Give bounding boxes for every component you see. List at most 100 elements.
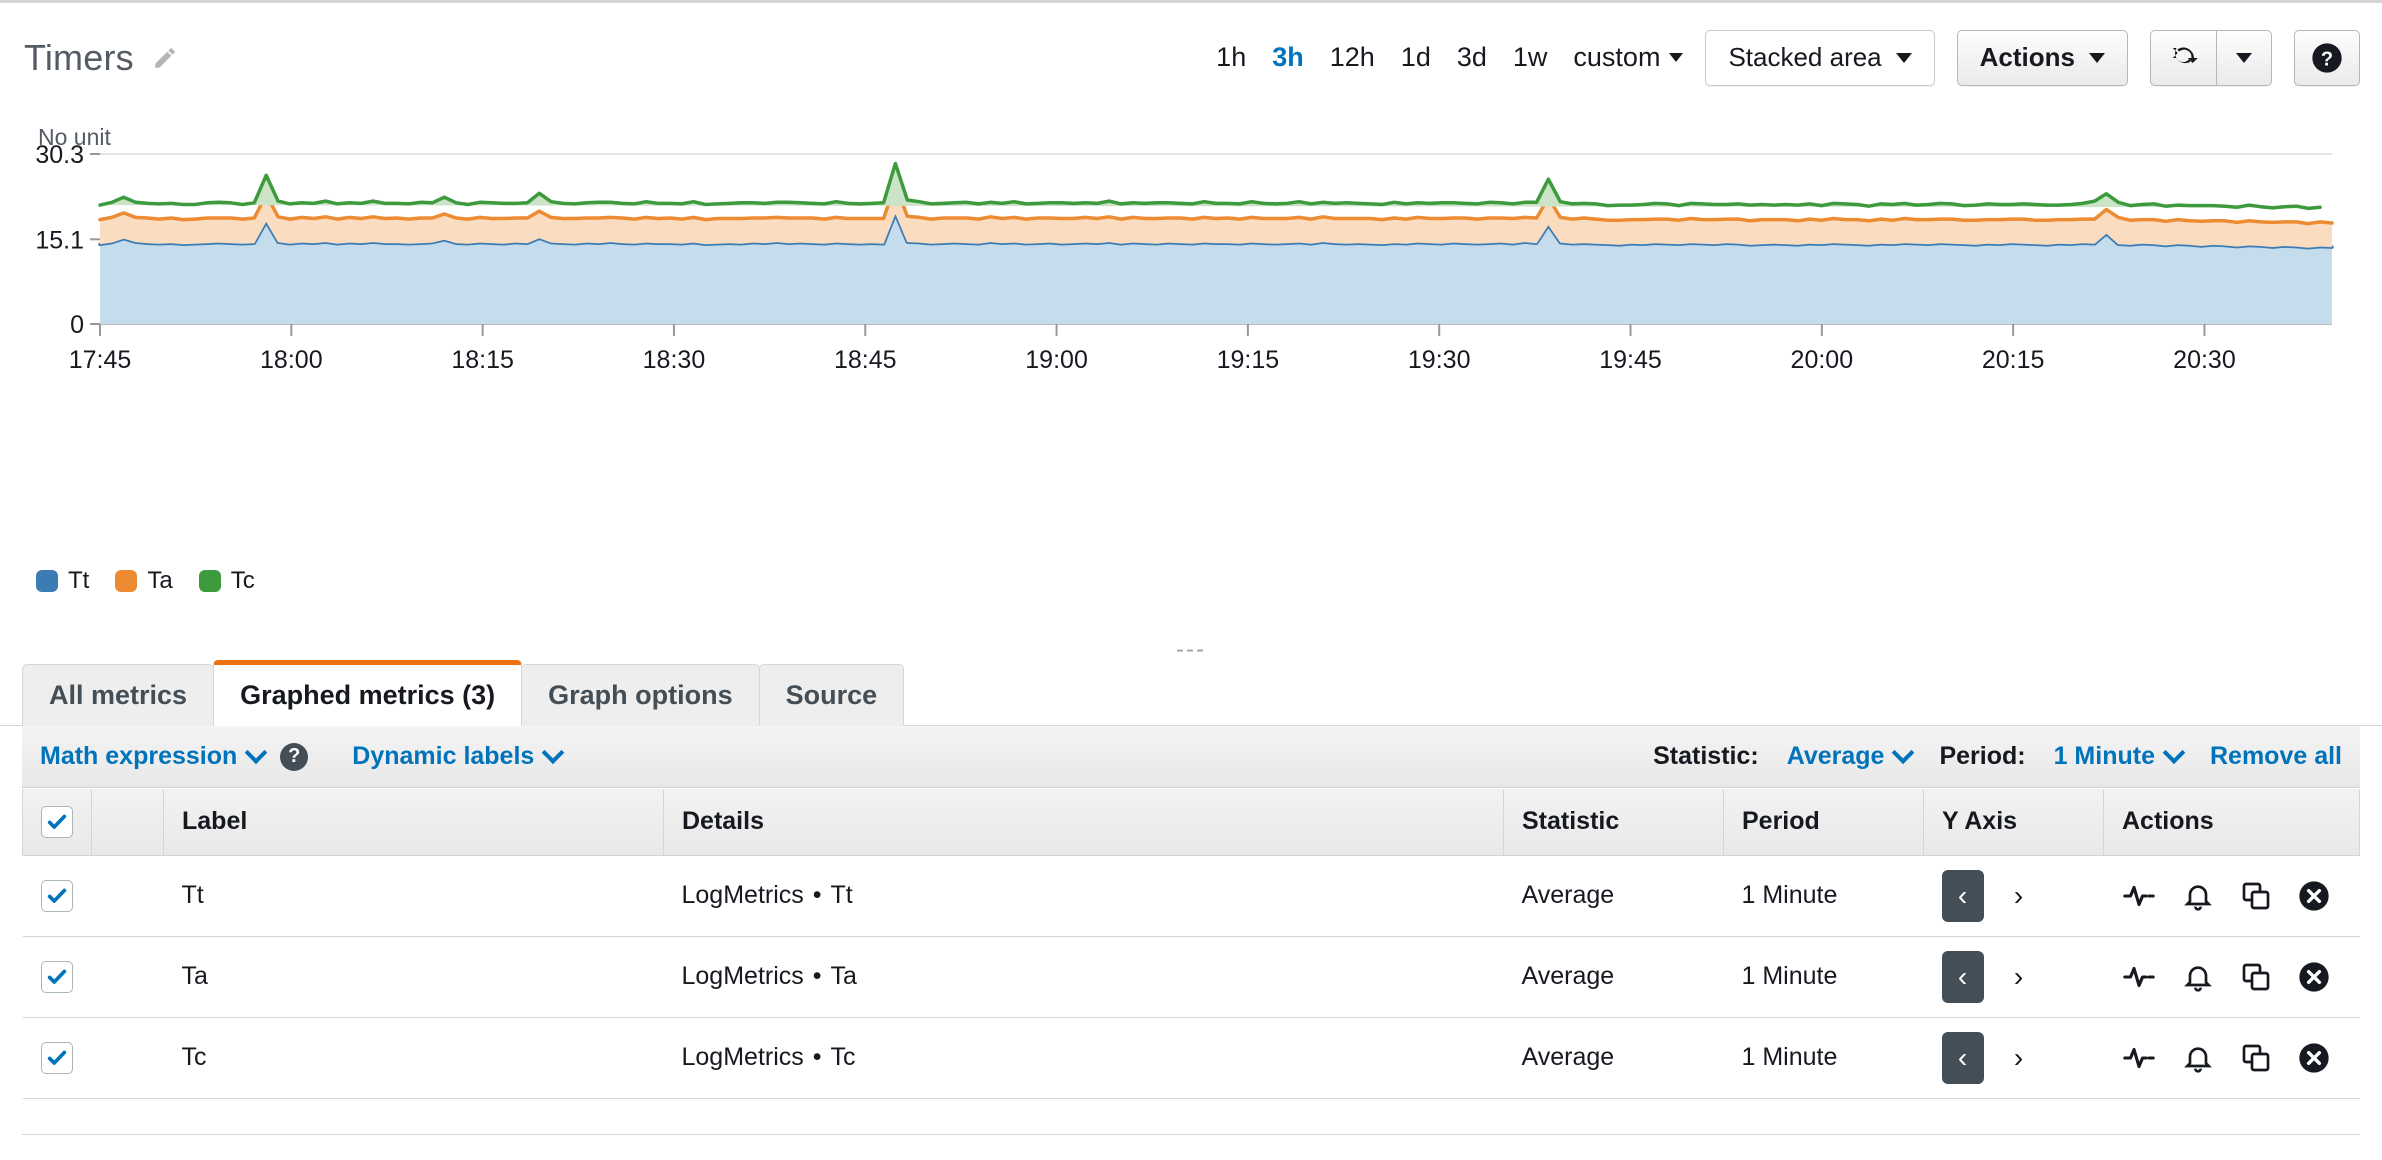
svg-text:18:30: 18:30 [643,346,706,374]
select-all-checkbox[interactable] [41,806,73,838]
legend-item-tc[interactable]: Tc [199,567,255,595]
legend-item-tt[interactable]: Tt [36,567,89,595]
header-select-all [23,789,92,855]
legend-swatch [36,570,58,592]
header-period: Period [1724,789,1924,855]
help-icon[interactable]: ? [280,743,308,771]
dynamic-labels-dropdown[interactable]: Dynamic labels [352,742,561,771]
row-actions [2104,855,2360,936]
row-select-cell [23,1017,92,1098]
header-actions: Actions [2104,789,2360,855]
table-footer-spacer [22,1099,2360,1135]
row-color-cell [92,1017,164,1098]
details-separator: • [813,881,822,910]
actions-dropdown[interactable]: Actions [1957,30,2128,86]
row-statistic[interactable]: Average [1504,936,1724,1017]
remove-icon[interactable] [2298,961,2330,993]
duplicate-icon[interactable] [2240,880,2272,912]
statistic-dropdown[interactable]: Average [1787,742,1912,771]
remove-icon[interactable] [2298,880,2330,912]
refresh-button[interactable] [2150,30,2216,86]
time-range-selector: 1h 3h 12h 1d 3d 1w custom [1216,42,1683,73]
chevron-down-icon [1896,53,1912,63]
pulse-icon[interactable] [2122,879,2156,913]
cloudwatch-metrics-page: Timers 1h 3h 12h 1d 3d 1w custom Stacked… [0,0,2382,1160]
tab-bar: All metrics Graphed metrics (3) Graph op… [22,660,2382,726]
refresh-options-button[interactable] [2216,30,2272,86]
chevron-right-icon[interactable]: › [1998,951,2040,1003]
row-checkbox[interactable] [41,961,73,993]
chevron-down-icon [1669,53,1683,62]
math-expression-dropdown[interactable]: Math expression [40,742,264,771]
row-statistic[interactable]: Average [1504,1017,1724,1098]
tab-source[interactable]: Source [759,664,905,726]
row-label: Tc [164,1017,664,1098]
header-details: Details [664,789,1504,855]
table-body: TtLogMetrics•TtAverage1 Minute‹›TaLogMet… [23,855,2360,1098]
help-icon: ? [2311,42,2343,74]
time-range-12h[interactable]: 12h [1330,42,1375,73]
period-label: Period: [1939,742,2025,771]
pencil-icon[interactable] [152,45,178,71]
remove-all-button[interactable]: Remove all [2210,742,2342,771]
duplicate-icon[interactable] [2240,961,2272,993]
math-expression-label: Math expression [40,742,237,771]
time-range-3h[interactable]: 3h [1272,42,1304,73]
row-select-cell [23,855,92,936]
time-range-1w[interactable]: 1w [1513,42,1548,73]
chevron-left-icon[interactable]: ‹ [1942,870,1984,922]
svg-text:15.1: 15.1 [35,226,84,254]
tab-all-metrics[interactable]: All metrics [22,664,214,726]
time-range-1h[interactable]: 1h [1216,42,1246,73]
row-color-cell [92,855,164,936]
period-dropdown[interactable]: 1 Minute [2054,742,2182,771]
time-range-custom[interactable]: custom [1573,42,1683,73]
remove-icon[interactable] [2298,1042,2330,1074]
row-statistic[interactable]: Average [1504,855,1724,936]
chart-canvas[interactable]: 30.315.1017:4518:0018:1518:3018:4519:001… [0,112,2382,572]
bell-icon[interactable] [2182,1042,2214,1074]
legend-item-ta[interactable]: Ta [115,567,172,595]
time-range-3d[interactable]: 3d [1457,42,1487,73]
svg-text:19:00: 19:00 [1025,346,1088,374]
bell-icon[interactable] [2182,880,2214,912]
chevron-right-icon[interactable]: › [1998,1032,2040,1084]
row-checkbox[interactable] [41,880,73,912]
graph-type-dropdown[interactable]: Stacked area [1705,30,1934,86]
title-group: Timers [0,37,178,79]
help-button[interactable]: ? [2294,30,2360,86]
header-y-axis: Y Axis [1924,789,2104,855]
chevron-right-icon[interactable]: › [1998,870,2040,922]
row-checkbox[interactable] [41,1042,73,1074]
pulse-icon[interactable] [2122,1041,2156,1075]
header-label: Label [164,789,664,855]
period-value: 1 Minute [2054,742,2155,771]
refresh-split-button [2150,30,2272,86]
chevron-left-icon[interactable]: ‹ [1942,951,1984,1003]
details-separator: • [813,962,822,991]
row-period[interactable]: 1 Minute [1724,1017,1924,1098]
tab-graph-options[interactable]: Graph options [521,664,760,726]
svg-text:19:30: 19:30 [1408,346,1471,374]
row-period[interactable]: 1 Minute [1724,936,1924,1017]
row-period[interactable]: 1 Minute [1724,855,1924,936]
chevron-down-icon [2089,53,2105,63]
row-details: LogMetrics•Tc [664,1017,1504,1098]
duplicate-icon[interactable] [2240,1042,2272,1074]
row-details: LogMetrics•Ta [664,936,1504,1017]
statistic-value: Average [1787,742,1885,771]
svg-text:17:45: 17:45 [69,346,132,374]
row-actions [2104,1017,2360,1098]
bell-icon[interactable] [2182,961,2214,993]
table-head: Label Details Statistic Period Y Axis Ac… [23,789,2360,855]
table-row[interactable]: TaLogMetrics•TaAverage1 Minute‹› [23,936,2360,1017]
tab-graphed-metrics[interactable]: Graphed metrics (3) [213,660,522,726]
table-row[interactable]: TcLogMetrics•TcAverage1 Minute ‹ › [23,1017,2360,1098]
pulse-icon[interactable] [2122,960,2156,994]
time-range-1d[interactable]: 1d [1401,42,1431,73]
svg-text:0: 0 [70,311,84,339]
table-row[interactable]: TtLogMetrics•TtAverage1 Minute‹› [23,855,2360,936]
chevron-left-icon[interactable]: ‹ [1942,1032,1984,1084]
row-y-axis: ‹› [1924,936,2104,1017]
svg-text:18:45: 18:45 [834,346,897,374]
